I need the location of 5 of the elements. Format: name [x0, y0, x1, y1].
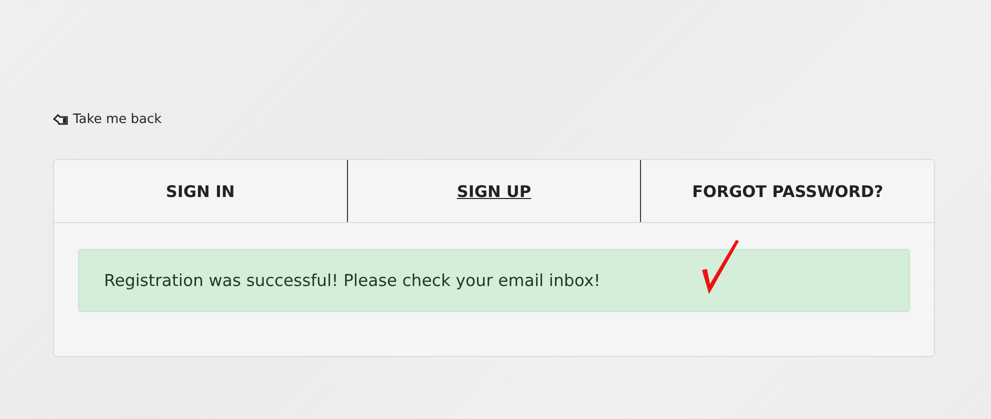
tab[interactable]: SIGN IN [54, 160, 347, 222]
tab[interactable]: SIGN UP [346, 160, 640, 222]
tab[interactable]: FORGOT PASSWORD? [640, 160, 934, 222]
pointing-hand-icon [53, 113, 69, 126]
take-me-back-link[interactable]: Take me back [53, 112, 162, 127]
